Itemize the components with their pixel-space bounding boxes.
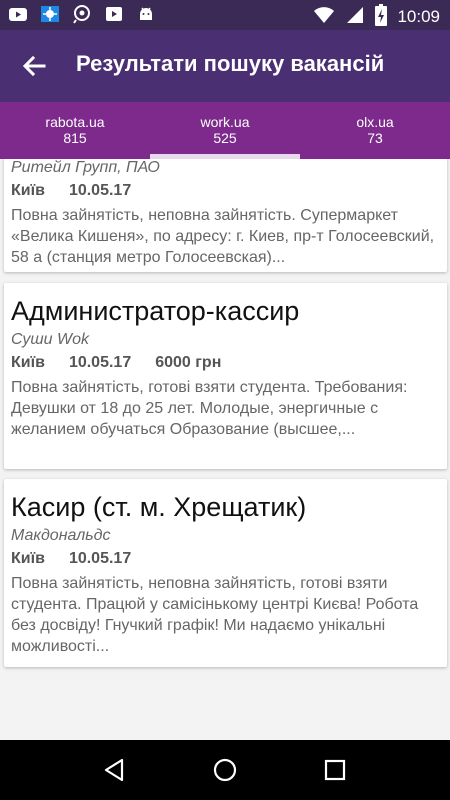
job-date: 10.05.17 — [68, 182, 132, 199]
job-list[interactable]: Ритейл Групп, ПАО Київ 10.05.17 Повна за… — [0, 159, 450, 740]
search-icon — [72, 4, 92, 24]
job-city: Київ — [11, 550, 45, 567]
status-bar: 10:09 — [0, 0, 450, 30]
job-city: Київ — [11, 182, 45, 199]
back-triangle-icon[interactable] — [99, 754, 131, 786]
job-company: Ритейл Групп, ПАО — [11, 159, 160, 176]
tab-work-ua[interactable]: work.ua 525 — [150, 102, 300, 159]
android-icon — [136, 4, 156, 24]
page-title: Результати пошуку вакансій — [76, 51, 385, 76]
recents-square-icon[interactable] — [319, 754, 351, 786]
clock: 10:09 — [397, 7, 440, 26]
tab-count: 815 — [63, 130, 87, 146]
tab-olx-ua[interactable]: olx.ua 73 — [300, 102, 450, 159]
job-date: 10.05.17 — [68, 354, 132, 371]
job-description: Повна зайнятість, неповна зайнятість. Су… — [11, 207, 435, 266]
job-company: Суши Wok — [11, 331, 89, 348]
job-city: Київ — [11, 354, 45, 371]
tab-rabota-ua[interactable]: rabota.ua 815 — [0, 102, 150, 159]
tab-label: olx.ua — [356, 114, 394, 130]
navigation-bar — [0, 740, 450, 800]
app-bar: Результати пошуку вакансій — [0, 30, 450, 102]
home-circle-icon[interactable] — [209, 754, 241, 786]
job-salary: 6000 грн — [155, 354, 222, 371]
source-tabs: rabota.ua 815 work.ua 525 olx.ua 73 — [0, 102, 450, 159]
job-company: Макдональдс — [11, 527, 111, 544]
job-description: Повна зайнятість, готові взяти студента.… — [11, 379, 408, 438]
tab-label: rabota.ua — [45, 114, 105, 130]
video-icon — [104, 4, 124, 24]
job-date: 10.05.17 — [68, 550, 132, 567]
job-description: Повна зайнятість, неповна зайнятість, го… — [11, 575, 419, 655]
job-title: Касир (ст. м. Хрещатик) — [11, 492, 307, 522]
tab-label: work.ua — [200, 114, 250, 130]
tab-count: 525 — [213, 130, 237, 146]
battery-icon — [375, 4, 388, 30]
wifi-icon — [313, 5, 335, 29]
job-card[interactable]: Касир (ст. м. Хрещатик) Макдональдс Київ… — [4, 479, 447, 667]
tab-count: 73 — [367, 130, 383, 146]
job-card[interactable]: Администратор-кассир Суши Wok Київ 10.05… — [4, 283, 447, 469]
arrow-back-icon[interactable] — [20, 52, 48, 80]
youtube-icon — [8, 4, 28, 24]
weather-icon — [40, 4, 60, 24]
job-card[interactable]: Ритейл Групп, ПАО Київ 10.05.17 Повна за… — [4, 159, 447, 272]
job-title: Администратор-кассир — [11, 296, 300, 326]
signal-icon — [345, 5, 365, 29]
